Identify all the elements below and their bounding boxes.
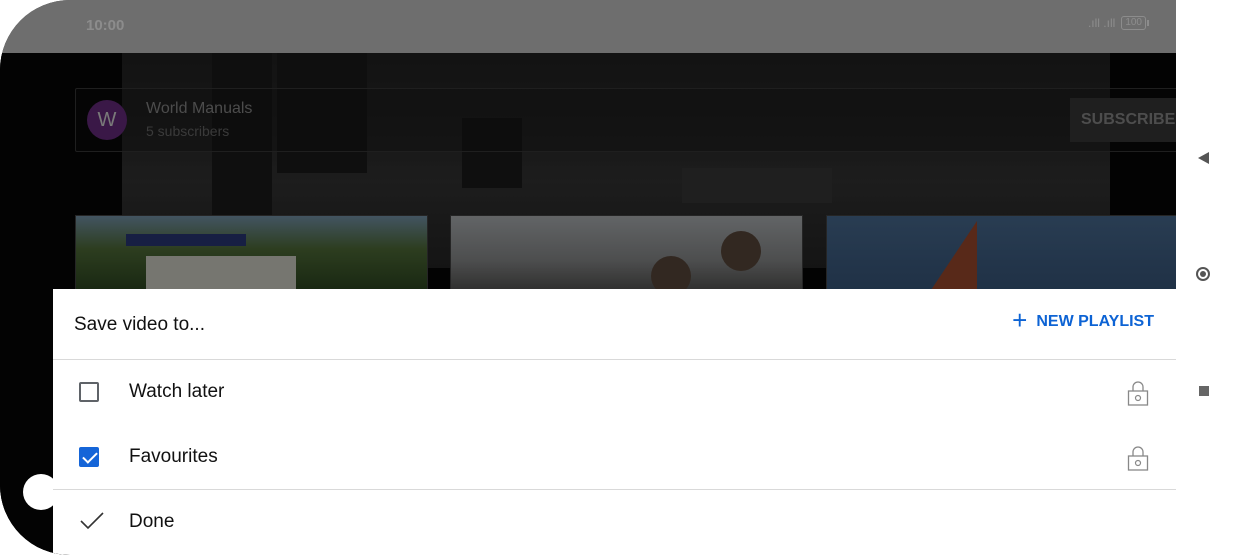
checkmark-icon [80, 512, 104, 530]
playlist-label: Favourites [129, 446, 218, 467]
avatar[interactable]: W [87, 100, 127, 140]
favourites-checkbox[interactable] [79, 447, 99, 467]
video-thumbnail[interactable] [75, 215, 428, 290]
subscribe-button[interactable]: SUBSCRIBE [1070, 98, 1176, 142]
plus-icon: + [1012, 305, 1028, 335]
sheet-title: Save video to... [74, 314, 205, 335]
recents-square-icon[interactable] [1199, 386, 1209, 396]
done-label: Done [129, 511, 175, 532]
playlist-item-favourites[interactable]: Favourites [53, 425, 1176, 490]
status-time: 10:00 [86, 17, 125, 34]
playlist-label: Watch later [129, 381, 225, 402]
watch-later-checkbox[interactable] [79, 382, 99, 402]
back-triangle-icon[interactable] [1198, 152, 1209, 164]
video-thumbnail[interactable] [826, 215, 1176, 290]
channel-header: W World Manuals 5 subscribers SUBSCRIBE [75, 88, 1176, 152]
video-thumbnail[interactable] [450, 215, 803, 290]
sheet-header: Save video to... + NEW PLAYLIST [53, 289, 1176, 360]
battery-icon: 100 [1121, 16, 1149, 30]
playlist-item-watch-later[interactable]: Watch later [53, 360, 1176, 424]
new-playlist-button[interactable]: + NEW PLAYLIST [1012, 305, 1154, 335]
lock-icon [1127, 381, 1149, 406]
channel-name[interactable]: World Manuals [146, 100, 252, 118]
subscriber-count: 5 subscribers [146, 123, 230, 139]
status-icons: .ıll .ıll 100 [1087, 16, 1149, 30]
signal-icon: .ıll .ıll [1087, 16, 1116, 30]
done-button[interactable]: Done [53, 490, 1176, 554]
new-playlist-label: NEW PLAYLIST [1036, 313, 1154, 330]
system-nav-bar [1176, 0, 1234, 555]
phone-screen: 10:00 .ıll .ıll 100 W World Manuals 5 su… [0, 0, 1176, 555]
save-to-playlist-sheet: Save video to... + NEW PLAYLIST Watch la… [53, 289, 1176, 555]
lock-icon [1127, 446, 1149, 471]
home-circle-icon[interactable] [1196, 267, 1210, 281]
status-bar: 10:00 .ıll .ıll 100 [0, 0, 1176, 53]
